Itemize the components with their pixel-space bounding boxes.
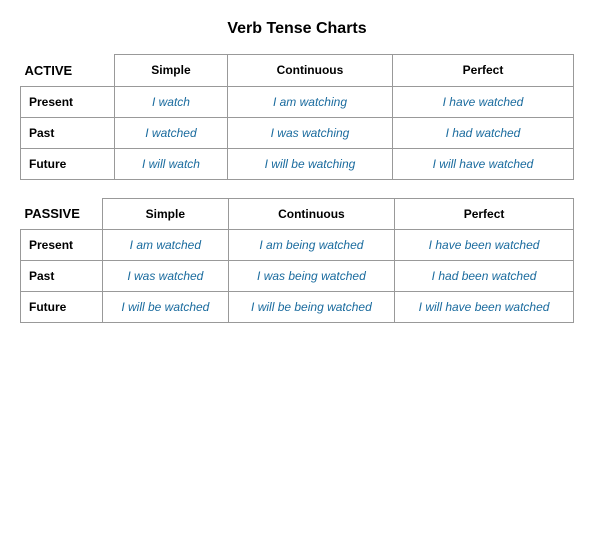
passive-future-perfect: I will have been watched [395,292,574,323]
passive-present-simple: I am watched [102,230,228,261]
passive-present-perfect: I have been watched [395,230,574,261]
table-row: Future I will be watched I will be being… [21,292,574,323]
active-header-simple: Simple [114,55,227,87]
passive-label: PASSIVE [21,198,103,230]
page-title: Verb Tense Charts [20,20,574,38]
active-past-simple: I watched [114,117,227,148]
active-header-perfect: Perfect [393,55,574,87]
passive-past-label: Past [21,261,103,292]
passive-past-continuous: I was being watched [228,261,394,292]
passive-section: PASSIVE Simple Continuous Perfect Presen… [20,198,574,324]
passive-present-continuous: I am being watched [228,230,394,261]
active-present-simple: I watch [114,86,227,117]
active-present-continuous: I am watching [227,86,392,117]
active-future-simple: I will watch [114,148,227,179]
active-table: ACTIVE Simple Continuous Perfect Present… [20,54,574,180]
table-row: Present I am watched I am being watched … [21,230,574,261]
passive-header-continuous: Continuous [228,198,394,230]
active-future-label: Future [21,148,115,179]
table-row: Present I watch I am watching I have wat… [21,86,574,117]
table-row: Future I will watch I will be watching I… [21,148,574,179]
active-future-continuous: I will be watching [227,148,392,179]
passive-future-simple: I will be watched [102,292,228,323]
active-section: ACTIVE Simple Continuous Perfect Present… [20,54,574,180]
passive-present-label: Present [21,230,103,261]
active-past-label: Past [21,117,115,148]
passive-past-simple: I was watched [102,261,228,292]
passive-header-perfect: Perfect [395,198,574,230]
active-future-perfect: I will have watched [393,148,574,179]
passive-future-label: Future [21,292,103,323]
active-label: ACTIVE [21,55,115,87]
table-row: Past I watched I was watching I had watc… [21,117,574,148]
passive-past-perfect: I had been watched [395,261,574,292]
passive-header-simple: Simple [102,198,228,230]
table-row: Past I was watched I was being watched I… [21,261,574,292]
active-header-continuous: Continuous [227,55,392,87]
active-past-perfect: I had watched [393,117,574,148]
active-present-label: Present [21,86,115,117]
active-present-perfect: I have watched [393,86,574,117]
active-past-continuous: I was watching [227,117,392,148]
passive-future-continuous: I will be being watched [228,292,394,323]
passive-table: PASSIVE Simple Continuous Perfect Presen… [20,198,574,324]
